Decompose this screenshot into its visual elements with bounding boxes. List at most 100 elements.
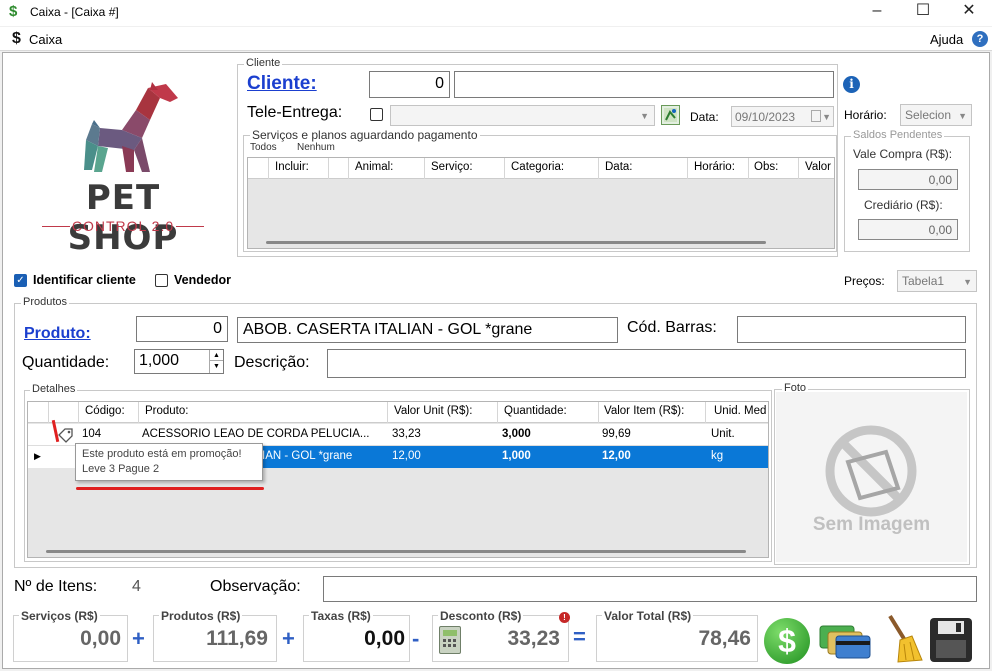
vendedor-checkbox[interactable] (155, 274, 168, 287)
vale-compra-label: Vale Compra (R$): (853, 147, 953, 161)
desconto-total-value: 33,23 (507, 627, 560, 650)
col-servico[interactable]: Serviço: (431, 161, 473, 173)
plus-operator: + (282, 626, 295, 651)
cards-icon (819, 625, 871, 659)
save-button[interactable] (930, 618, 972, 662)
maximize-button[interactable]: ☐ (900, 0, 946, 24)
taxas-total-value: 0,00 (364, 627, 405, 650)
dog-logo-icon (84, 82, 178, 172)
cliente-legend: Cliente (244, 57, 283, 69)
cod-barras-label: Cód. Barras: (627, 319, 717, 336)
tele-entrega-select[interactable]: ▼ (390, 105, 655, 126)
close-button[interactable]: ✕ (946, 0, 992, 24)
dollar-icon: $ (12, 30, 21, 47)
cod-barras-input[interactable] (737, 316, 966, 343)
plus-operator: + (132, 626, 145, 651)
promo-tooltip: Este produto está em promoção! Leve 3 Pa… (75, 443, 263, 481)
red-underline (76, 487, 264, 490)
num-itens-label: Nº de Itens: (14, 578, 98, 595)
servicos-scrollbar[interactable] (266, 241, 766, 244)
cliente-code-input[interactable]: 0 (369, 71, 450, 98)
valor-total-label: Valor Total (R$) (602, 609, 694, 623)
taxas-total-label: Taxas (R$) (309, 609, 373, 623)
num-itens-value: 4 (132, 578, 141, 595)
col-categoria[interactable]: Categoria: (511, 161, 564, 173)
detalhes-legend: Detalhes (30, 383, 78, 395)
data-label: Data: (690, 110, 719, 124)
pay-dollar-button[interactable]: $ (764, 618, 810, 664)
precos-select[interactable]: Tabela1 ▼ (897, 270, 977, 292)
stepper-up-icon[interactable]: ▲ (209, 350, 223, 361)
horario-select[interactable]: Selecion ▼ (900, 104, 972, 126)
col-quantidade[interactable]: Quantidade: (504, 405, 567, 417)
map-icon[interactable] (661, 105, 680, 125)
quantidade-stepper[interactable]: 1,000 ▲ ▼ (134, 349, 224, 374)
foto-box: Sem Imagem (776, 392, 967, 562)
vendedor-label[interactable]: Vendedor (174, 273, 231, 287)
crediario-label: Crediário (R$): (864, 198, 943, 212)
col-valor-item[interactable]: Valor Item (R$): (604, 405, 684, 417)
cliente-name-input[interactable] (454, 71, 834, 98)
payment-cards-button[interactable] (818, 620, 872, 660)
row-pointer-icon: ▶ (34, 451, 41, 461)
servicos-legend: Serviços e planos aguardando pagamento (250, 128, 480, 142)
col-produto[interactable]: Produto: (145, 405, 188, 417)
descricao-label: Descrição: (234, 354, 310, 371)
cliente-link[interactable]: Cliente: (247, 73, 317, 95)
logo: PET SHOP CONTROL 2.0 (38, 80, 208, 258)
crediario-input: 0,00 (858, 219, 958, 240)
precos-label: Preços: (844, 274, 885, 288)
tele-entrega-checkbox[interactable] (370, 108, 383, 121)
servicos-grid-header: Incluir: Animal: Serviço: Categoria: Dat… (248, 158, 834, 179)
dollar-icon: $ (9, 3, 18, 20)
observacao-input[interactable] (323, 576, 977, 602)
horario-label: Horário: (844, 108, 887, 122)
col-data[interactable]: Data: (605, 161, 633, 173)
menu-bar: $ Caixa Ajuda (0, 27, 992, 51)
minimize-button[interactable]: – (854, 0, 900, 24)
window-title: Caixa - [Caixa #] (30, 5, 119, 19)
help-icon[interactable]: ? (972, 31, 988, 47)
identificar-cliente-label[interactable]: Identificar cliente (33, 273, 136, 287)
produto-name-input[interactable]: ABOB. CASERTA ITALIAN - GOL *grane (237, 317, 618, 343)
produtos-total-label: Produtos (R$) (159, 609, 243, 623)
minus-operator: - (412, 626, 420, 651)
identificar-cliente-checkbox[interactable]: ✓ (14, 274, 27, 287)
title-bar: $ Caixa - [Caixa #] – ☐ ✕ (0, 0, 992, 26)
col-obs[interactable]: Obs: (754, 161, 778, 173)
detalhes-scrollbar[interactable] (46, 550, 746, 553)
data-input[interactable]: 09/10/2023 ▼ (731, 106, 834, 127)
vale-compra-input: 0,00 (858, 169, 958, 190)
menu-ajuda[interactable]: Ajuda (930, 32, 963, 47)
col-incluir[interactable]: Incluir: (275, 161, 309, 173)
col-unid-med[interactable]: Unid. Med (714, 405, 766, 417)
filter-nenhum[interactable]: Nenhum (297, 142, 335, 153)
col-animal[interactable]: Animal: (355, 161, 393, 173)
tele-entrega-label: Tele-Entrega: (247, 104, 343, 121)
calendar-icon[interactable] (811, 110, 821, 122)
no-image-icon (825, 425, 917, 517)
servicos-total-label: Serviços (R$) (19, 609, 100, 623)
stepper-down-icon[interactable]: ▼ (209, 361, 223, 373)
quantidade-label: Quantidade: (22, 354, 110, 371)
detalhes-grid-header: Código: Produto: Valor Unit (R$): Quanti… (28, 402, 768, 423)
desconto-alert-icon[interactable]: ! (559, 612, 570, 623)
servicos-total-value: 0,00 (80, 627, 121, 650)
sem-imagem-label: Sem Imagem (812, 514, 931, 535)
broom-icon (888, 614, 923, 663)
clear-broom-button[interactable] (880, 614, 924, 664)
col-valor[interactable]: Valor (805, 161, 831, 173)
col-codigo[interactable]: Código: (85, 405, 125, 417)
descricao-input[interactable] (327, 349, 966, 378)
info-icon[interactable]: i (843, 76, 860, 93)
produto-link[interactable]: Produto: (24, 325, 91, 343)
equals-operator: = (573, 624, 586, 649)
produto-code-input[interactable]: 0 (136, 316, 228, 342)
servicos-grid: Incluir: Animal: Serviço: Categoria: Dat… (247, 157, 835, 249)
col-valor-unit[interactable]: Valor Unit (R$): (394, 405, 472, 417)
desconto-total-label: Desconto (R$) (438, 609, 524, 623)
filter-todos[interactable]: Todos (250, 142, 277, 153)
menu-caixa[interactable]: Caixa (29, 32, 62, 47)
col-horario[interactable]: Horário: (694, 161, 735, 173)
calculator-icon[interactable] (439, 626, 461, 654)
